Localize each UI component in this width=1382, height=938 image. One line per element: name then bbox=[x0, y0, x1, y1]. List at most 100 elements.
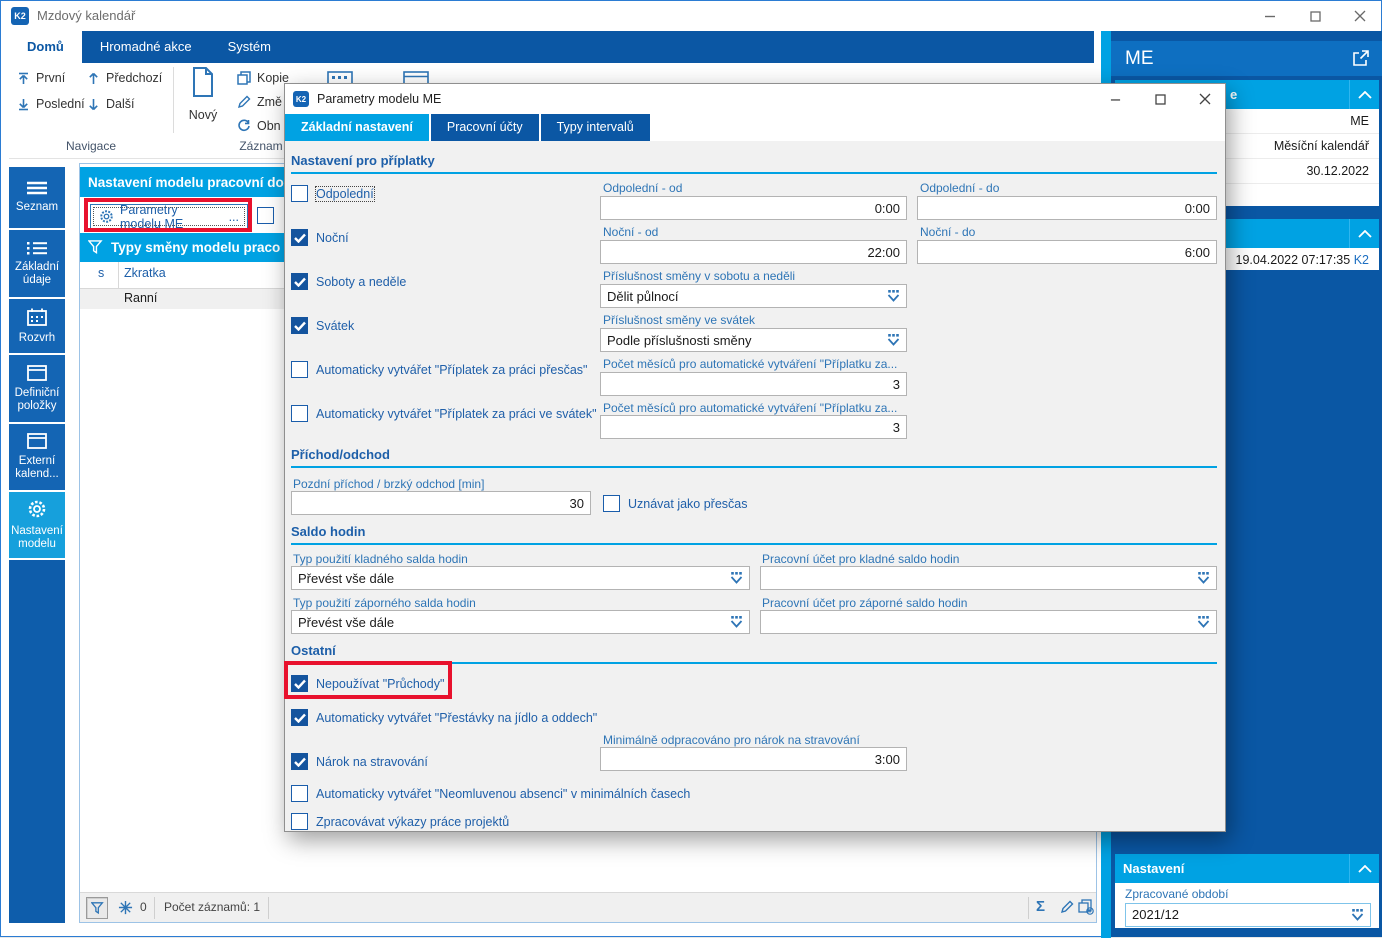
field-noc-od[interactable]: 22:00 bbox=[600, 240, 907, 264]
dropdown-icon bbox=[1196, 572, 1211, 585]
checkbox-box[interactable] bbox=[291, 229, 308, 246]
panel-checkbox[interactable] bbox=[257, 207, 274, 224]
minimize-button[interactable] bbox=[1253, 3, 1287, 29]
checkbox-box[interactable] bbox=[291, 273, 308, 290]
sum-button[interactable]: Σ bbox=[1036, 898, 1045, 915]
sidebar-item-seznam[interactable]: Seznam bbox=[9, 167, 65, 228]
shifts-title: Typy směny modelu praco bbox=[111, 240, 281, 255]
field-label-minimalne: Minimálně odpracováno pro nárok na strav… bbox=[603, 733, 860, 747]
checkbox-box[interactable] bbox=[291, 317, 308, 334]
sidebar-item-definicni-polozky[interactable]: Definiční položky bbox=[9, 355, 65, 422]
checkbox-uznavat[interactable]: Uznávat jako přesčas bbox=[603, 495, 748, 512]
sidebar-item-rozvrh[interactable]: Rozvrh bbox=[9, 299, 65, 353]
dropdown-typ-zap[interactable]: Převést vše dále bbox=[291, 610, 750, 634]
edit-icon[interactable] bbox=[1060, 900, 1074, 914]
next-button[interactable]: Další bbox=[87, 97, 134, 111]
refresh-button[interactable]: Obn bbox=[237, 119, 281, 133]
field-odp-od[interactable]: 0:00 bbox=[600, 196, 907, 220]
open-external-icon[interactable] bbox=[1352, 49, 1370, 67]
checkbox-box[interactable] bbox=[291, 361, 308, 378]
maximize-button[interactable] bbox=[1298, 3, 1332, 29]
dialog-maximize-button[interactable] bbox=[1143, 86, 1177, 112]
dropdown-ucet-klad[interactable] bbox=[760, 566, 1217, 590]
sidebar-item-zakladni-udaje[interactable]: Základní údaje bbox=[9, 230, 65, 297]
dropdown-typ-klad[interactable]: Převést vše dále bbox=[291, 566, 750, 590]
refresh-icon bbox=[237, 119, 251, 133]
sidebar-label: Externí kalend... bbox=[15, 455, 59, 480]
sidebar-item-externi-kalendar[interactable]: Externí kalend... bbox=[9, 424, 65, 490]
section-ostatni: Ostatní bbox=[291, 643, 1217, 664]
field-label-odp-od: Odpolední - od bbox=[603, 181, 683, 195]
close-button[interactable] bbox=[1343, 3, 1377, 29]
tab-typy-intervalu[interactable]: Typy intervalů bbox=[540, 114, 650, 141]
collapse-button[interactable] bbox=[1349, 854, 1379, 883]
tab-pracovni-ucty[interactable]: Pracovní účty bbox=[430, 114, 539, 141]
parametry-modelu-button[interactable]: Parametry modelu ME ... bbox=[90, 202, 248, 231]
checkbox-label: Nárok na stravování bbox=[316, 754, 428, 769]
checkbox-box[interactable] bbox=[291, 709, 308, 726]
checkbox-svatek[interactable]: Svátek bbox=[291, 317, 354, 334]
app-logo-icon: K2 bbox=[11, 7, 29, 25]
first-icon bbox=[17, 72, 30, 85]
tab-zakladni-nastaveni[interactable]: Základní nastavení bbox=[285, 114, 429, 141]
column-header-s[interactable]: s bbox=[98, 266, 104, 280]
checkbox-label: Odpolední bbox=[315, 185, 375, 202]
field-odp-do[interactable]: 0:00 bbox=[917, 196, 1217, 220]
filter-status-button[interactable] bbox=[86, 897, 108, 919]
next-label: Další bbox=[106, 97, 135, 111]
copy-note-icon[interactable] bbox=[1078, 899, 1094, 915]
checkbox-nocni[interactable]: Noční bbox=[291, 229, 349, 246]
change-button[interactable]: Změ bbox=[237, 95, 282, 109]
dropdown-ucet-zap[interactable] bbox=[760, 610, 1217, 634]
copy-button[interactable]: Kopie bbox=[237, 71, 289, 85]
sidebar-item-nastaveni-modelu[interactable]: Nastavení modelu bbox=[9, 492, 65, 558]
checkbox-prescas[interactable]: Automaticky vytvářet "Příplatek za práci… bbox=[291, 361, 587, 378]
checkbox-label: Automaticky vytvářet "Příplatek za práci… bbox=[316, 362, 588, 377]
column-header-zkratka[interactable]: Zkratka bbox=[124, 266, 166, 280]
status-bar: 0 Počet záznamů: 1 Σ bbox=[80, 892, 1096, 922]
tab-system[interactable]: Systém bbox=[210, 31, 289, 63]
window-title: Mzdový kalendář bbox=[37, 8, 136, 23]
checkbox-box[interactable] bbox=[291, 185, 308, 202]
field-pocet2[interactable]: 3 bbox=[600, 415, 907, 439]
checkbox-vesvatek[interactable]: Automaticky vytvářet "Příplatek za práci… bbox=[291, 405, 597, 422]
checkbox-prestavky[interactable]: Automaticky vytvářet "Přestávky na jídlo… bbox=[291, 709, 597, 726]
dialog-minimize-button[interactable] bbox=[1098, 86, 1132, 112]
checkbox-label: Svátek bbox=[316, 318, 355, 333]
collapse-button[interactable] bbox=[1349, 80, 1379, 109]
checkbox-box[interactable] bbox=[291, 405, 308, 422]
new-button[interactable]: Nový bbox=[181, 67, 225, 122]
checkbox-box[interactable] bbox=[291, 785, 308, 802]
column-divider bbox=[118, 262, 119, 288]
field-noc-do[interactable]: 6:00 bbox=[917, 240, 1217, 264]
checkbox-box[interactable] bbox=[291, 675, 308, 692]
last-label: Poslední bbox=[36, 97, 85, 111]
tab-hromadne-akce[interactable]: Hromadné akce bbox=[82, 31, 210, 63]
user-link[interactable]: K2 bbox=[1354, 253, 1369, 267]
period-dropdown[interactable]: 2021/12 bbox=[1125, 903, 1371, 927]
freeze-icon[interactable] bbox=[118, 900, 133, 915]
last-button[interactable]: Poslední bbox=[17, 97, 85, 111]
field-minimalne[interactable]: 3:00 bbox=[600, 747, 907, 771]
collapse-button[interactable] bbox=[1349, 219, 1379, 248]
dialog-close-button[interactable] bbox=[1188, 86, 1222, 112]
checkbox-narok[interactable]: Nárok na stravování bbox=[291, 753, 428, 770]
dropdown-prislusnost-so-ne[interactable]: Dělit půlnocí bbox=[600, 284, 907, 308]
checkbox-pruchody[interactable]: Nepoužívat "Průchody" bbox=[291, 675, 444, 692]
first-button[interactable]: První bbox=[17, 71, 65, 85]
checkbox-vykazy[interactable]: Zpracovávat výkazy práce projektů bbox=[291, 813, 509, 830]
previous-button[interactable]: Předchozí bbox=[87, 71, 162, 85]
record-title-band: ME bbox=[1111, 41, 1382, 76]
parametry-label: Parametry modelu ME bbox=[120, 202, 184, 231]
checkbox-odpoledni[interactable]: Odpolední bbox=[291, 185, 375, 202]
checkbox-absence[interactable]: Automaticky vytvářet "Neomluvenou absenc… bbox=[291, 785, 690, 802]
first-label: První bbox=[36, 71, 66, 85]
checkbox-soboty[interactable]: Soboty a neděle bbox=[291, 273, 406, 290]
checkbox-box[interactable] bbox=[603, 495, 620, 512]
field-pocet1[interactable]: 3 bbox=[600, 372, 907, 396]
checkbox-box[interactable] bbox=[291, 753, 308, 770]
tab-domu[interactable]: Domů bbox=[9, 31, 82, 63]
checkbox-box[interactable] bbox=[291, 813, 308, 830]
dropdown-prislusnost-sv[interactable]: Podle příslušnosti směny bbox=[600, 328, 907, 352]
field-pozdni[interactable]: 30 bbox=[291, 491, 591, 515]
